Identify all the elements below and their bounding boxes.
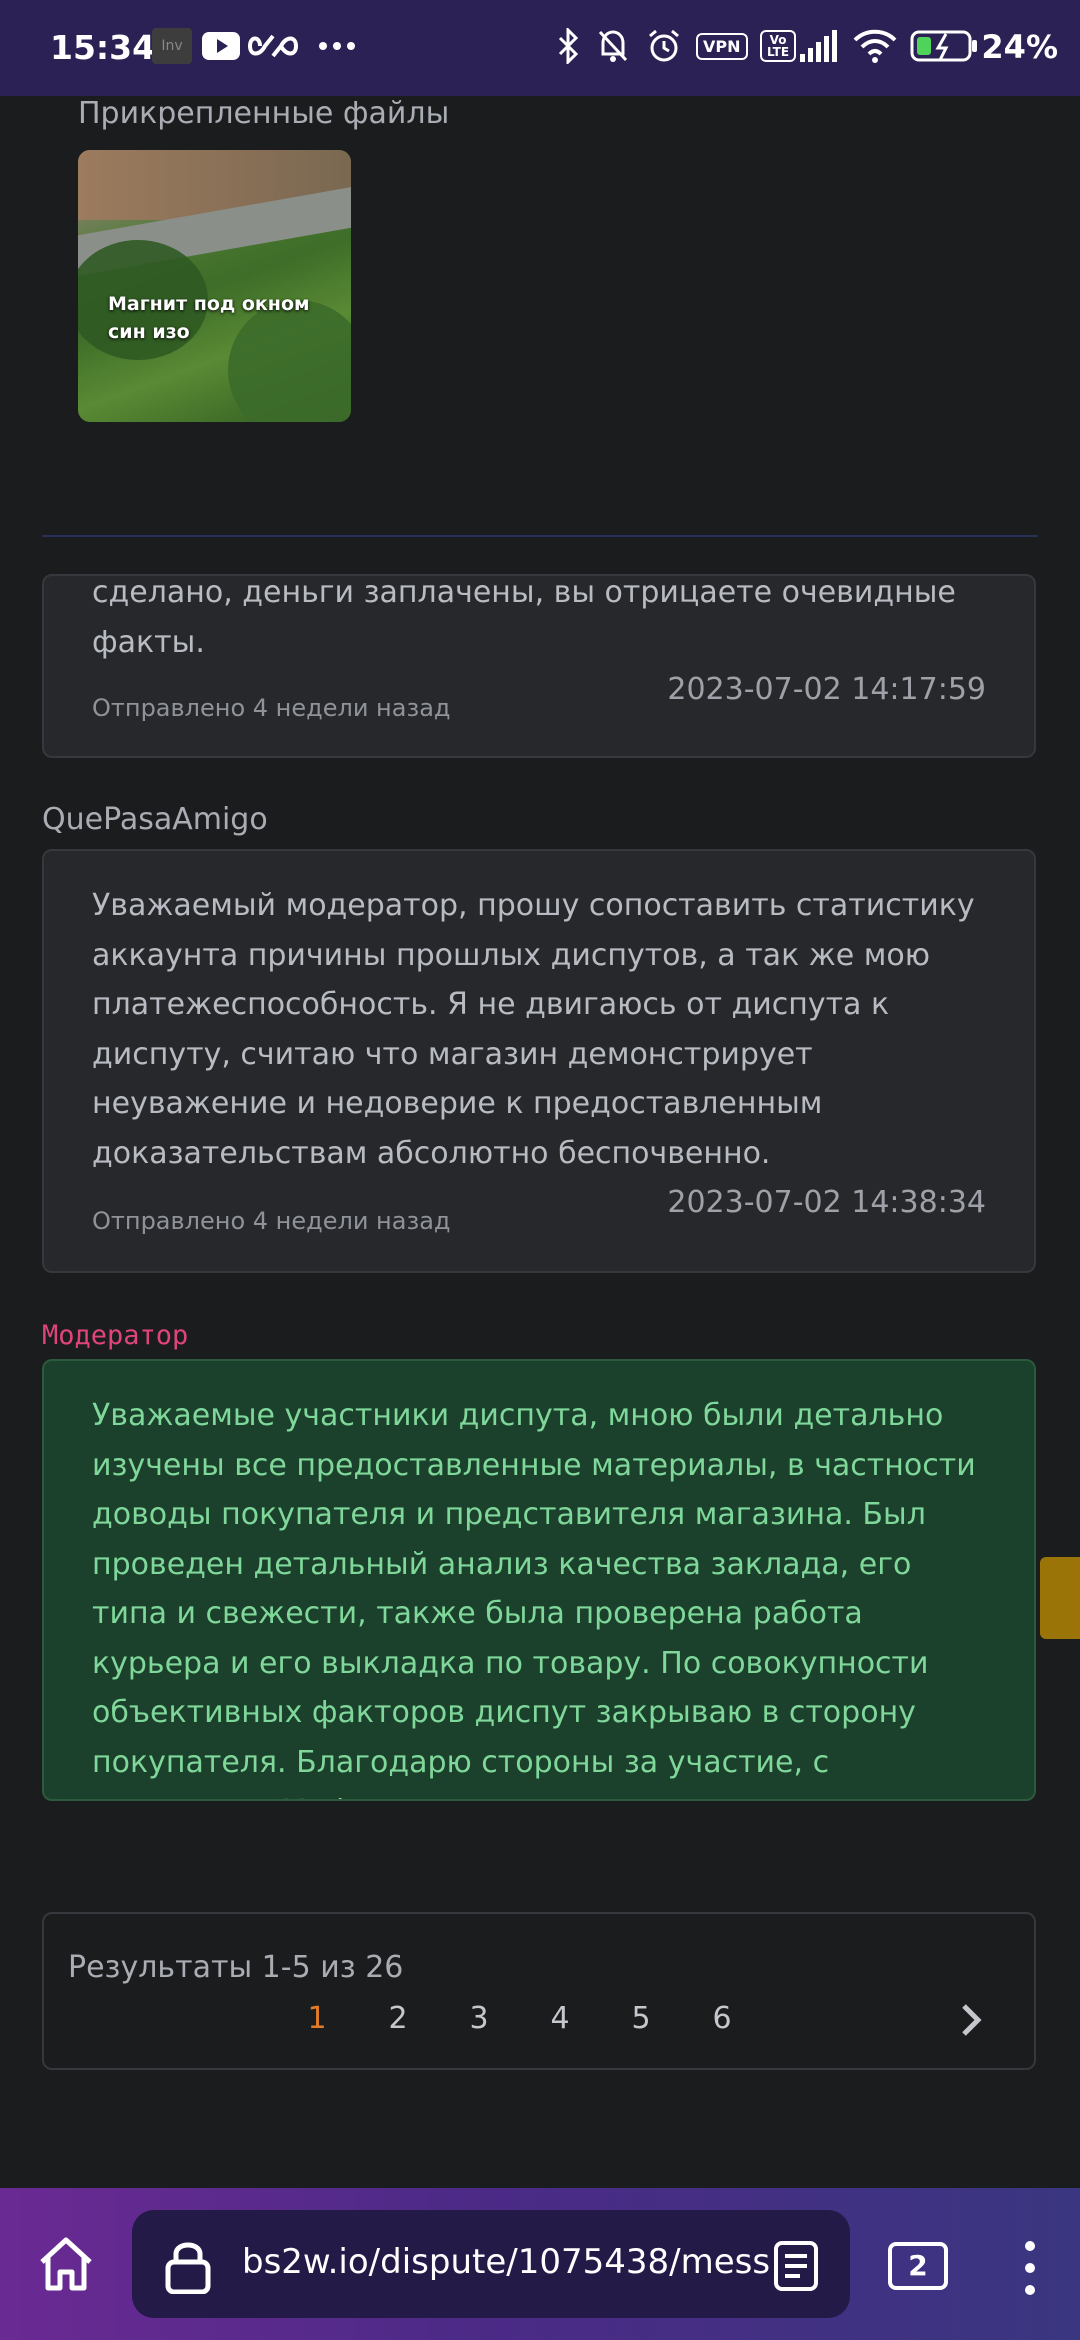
message-body: Уважаемый модератор, прошу сопоставить с… bbox=[92, 888, 975, 1171]
message-author[interactable]: QuePasaAmigo bbox=[42, 802, 268, 837]
attachments-title: Прикрепленные файлы bbox=[78, 96, 450, 131]
side-feedback-tab[interactable] bbox=[1040, 1557, 1080, 1639]
message-card: Уважаемый модератор, прошу сопоставить с… bbox=[42, 849, 1036, 1273]
message-timestamp: 2023-07-02 14:17:59 bbox=[667, 672, 986, 707]
attachment-thumbnail[interactable]: Магнит под окном син изо bbox=[78, 150, 351, 422]
message-body: сделано, деньги заплачены, вы отрицаете … bbox=[92, 575, 956, 660]
more-dots-icon bbox=[318, 26, 356, 66]
pagination: Результаты 1-5 из 26 1 2 3 4 5 6 bbox=[42, 1912, 1036, 2070]
page-link-5[interactable]: 5 bbox=[621, 2001, 661, 2036]
message-card: сделано, деньги заплачены, вы отрицаете … bbox=[42, 574, 1036, 758]
url-text[interactable]: bs2w.io/dispute/1075438/mess bbox=[242, 2242, 772, 2282]
address-bar[interactable]: bs2w.io/dispute/1075438/mess bbox=[132, 2210, 850, 2318]
vpn-icon: VPN bbox=[696, 26, 748, 66]
results-count: Результаты 1-5 из 26 bbox=[68, 1950, 404, 1985]
browser-toolbar: bs2w.io/dispute/1075438/mess 2 bbox=[0, 2188, 1080, 2340]
alarm-icon bbox=[646, 26, 682, 66]
lock-icon[interactable] bbox=[162, 2238, 214, 2294]
home-icon[interactable] bbox=[34, 2232, 98, 2296]
volte-icon: Vo LTE bbox=[760, 26, 796, 66]
page-link-6[interactable]: 6 bbox=[702, 2001, 742, 2036]
volte-label: Vo LTE bbox=[760, 30, 796, 62]
page-link-2[interactable]: 2 bbox=[378, 2001, 418, 2036]
overflow-menu-icon[interactable] bbox=[1016, 2238, 1044, 2298]
battery-icon bbox=[910, 26, 980, 66]
message-body: Уважаемые участники диспута, мною были д… bbox=[92, 1398, 976, 1799]
vpn-label: VPN bbox=[696, 32, 748, 60]
wifi-icon bbox=[852, 26, 898, 66]
section-divider bbox=[42, 535, 1038, 537]
page-link-3[interactable]: 3 bbox=[459, 2001, 499, 2036]
status-bar: 15:34 Inv VPN Vo LTE 24% bbox=[0, 0, 1080, 96]
battery-percent: 24% bbox=[981, 28, 1058, 66]
moderator-message-card: Уважаемые участники диспута, мною были д… bbox=[42, 1359, 1036, 1801]
status-time: 15:34 bbox=[50, 28, 156, 67]
moderator-author: Модератор bbox=[42, 1320, 189, 1351]
bell-off-icon bbox=[596, 26, 630, 66]
signal-icon bbox=[798, 26, 840, 66]
attachment-caption: Магнит под окном син изо bbox=[108, 293, 310, 343]
reader-mode-icon[interactable] bbox=[772, 2240, 820, 2292]
next-page-chevron-icon[interactable] bbox=[952, 2002, 988, 2038]
youtube-icon bbox=[202, 26, 240, 66]
infinity-icon bbox=[248, 26, 298, 66]
message-timestamp: 2023-07-02 14:38:34 bbox=[667, 1185, 986, 1220]
bluetooth-icon bbox=[556, 26, 580, 66]
inv-app-icon: Inv bbox=[152, 28, 192, 64]
page-link-1[interactable]: 1 bbox=[297, 2001, 337, 2036]
message-sent-ago: Отправлено 4 недели назад bbox=[92, 1207, 451, 1235]
page-link-4[interactable]: 4 bbox=[540, 2001, 580, 2036]
tabs-count-button[interactable]: 2 bbox=[888, 2242, 948, 2290]
message-sent-ago: Отправлено 4 недели назад bbox=[92, 694, 451, 722]
